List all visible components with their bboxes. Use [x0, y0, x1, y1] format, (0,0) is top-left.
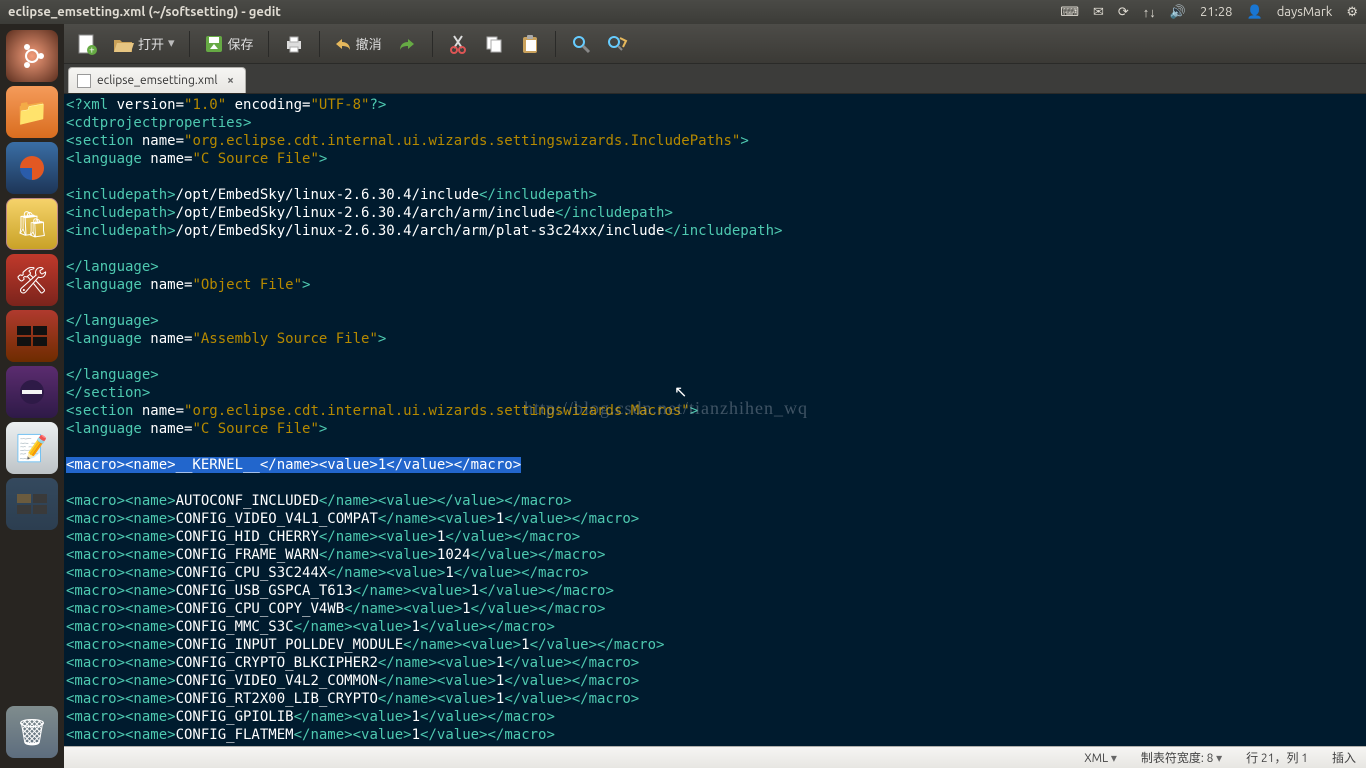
system-tray: ⌨ ✉ ⟳ ↑↓ 🔊 21:28 👤 daysMark ⚙ [1060, 5, 1358, 20]
tab-bar: eclipse_emsetting.xml × [64, 64, 1366, 94]
cut-button[interactable] [443, 29, 473, 59]
undo-button[interactable]: 撤消 [330, 29, 386, 59]
close-tab-icon[interactable]: × [223, 74, 237, 88]
insert-mode: 插入 [1332, 749, 1356, 766]
unity-launcher: 📁 🛍 🛠 📝 🗑 [0, 24, 64, 768]
tabwidth-selector[interactable]: 制表符宽度: 8 [1141, 749, 1222, 766]
new-button[interactable]: + [72, 29, 102, 59]
firefox-icon[interactable] [6, 142, 58, 194]
separator [319, 31, 320, 57]
separator [268, 31, 269, 57]
status-bar: XML 制表符宽度: 8 行 21，列 1 插入 [64, 746, 1366, 768]
open-label: 打开 [138, 34, 164, 53]
separator [555, 31, 556, 57]
keyboard-icon[interactable]: ⌨ [1060, 5, 1079, 20]
save-button[interactable]: 保存 [200, 29, 258, 59]
terminal-icon[interactable] [6, 310, 58, 362]
replace-button[interactable] [602, 29, 632, 59]
software-center-icon[interactable]: 🛍 [6, 198, 58, 250]
open-button[interactable]: 打开 ▾ [108, 29, 179, 59]
file-tab[interactable]: eclipse_emsetting.xml × [68, 67, 246, 93]
language-selector[interactable]: XML [1084, 751, 1117, 765]
sound-icon[interactable]: 🔊 [1170, 5, 1186, 20]
code-content[interactable]: <?xml version="1.0" encoding="UTF-8"?> <… [64, 94, 1366, 746]
svg-text:+: + [89, 44, 95, 55]
user-icon: 👤 [1247, 5, 1263, 20]
dash-icon[interactable] [6, 30, 58, 82]
workspace-switcher-icon[interactable] [6, 478, 58, 530]
document-icon [77, 74, 91, 88]
gedit-icon[interactable]: 📝 [6, 422, 58, 474]
ubuntu-top-panel: eclipse_emsetting.xml (~/softsetting) - … [0, 0, 1366, 24]
editor-area[interactable]: <?xml version="1.0" encoding="UTF-8"?> <… [64, 94, 1366, 746]
power-icon[interactable]: ⚙ [1346, 5, 1358, 20]
mail-icon[interactable]: ✉ [1093, 5, 1104, 20]
files-icon[interactable]: 📁 [6, 86, 58, 138]
trash-icon[interactable]: 🗑 [6, 706, 58, 758]
cursor-position: 行 21，列 1 [1246, 749, 1308, 766]
settings-icon[interactable]: 🛠 [6, 254, 58, 306]
search-button[interactable] [566, 29, 596, 59]
separator [189, 31, 190, 57]
redo-button[interactable] [392, 29, 422, 59]
separator [432, 31, 433, 57]
chevron-down-icon: ▾ [168, 36, 175, 51]
toolbar: + 打开 ▾ 保存 撤消 [64, 24, 1366, 64]
user-name[interactable]: daysMark [1277, 5, 1333, 19]
tab-label: eclipse_emsetting.xml [97, 74, 217, 87]
save-label: 保存 [228, 34, 254, 53]
window-title: eclipse_emsetting.xml (~/softsetting) - … [8, 5, 1060, 19]
network-icon[interactable]: ↑↓ [1143, 5, 1156, 20]
eclipse-icon[interactable] [6, 366, 58, 418]
gedit-window: + 打开 ▾ 保存 撤消 [64, 24, 1366, 768]
clock[interactable]: 21:28 [1200, 5, 1233, 19]
print-button[interactable] [279, 29, 309, 59]
paste-button[interactable] [515, 29, 545, 59]
copy-button[interactable] [479, 29, 509, 59]
sync-icon[interactable]: ⟳ [1118, 5, 1129, 20]
undo-label: 撤消 [356, 34, 382, 53]
